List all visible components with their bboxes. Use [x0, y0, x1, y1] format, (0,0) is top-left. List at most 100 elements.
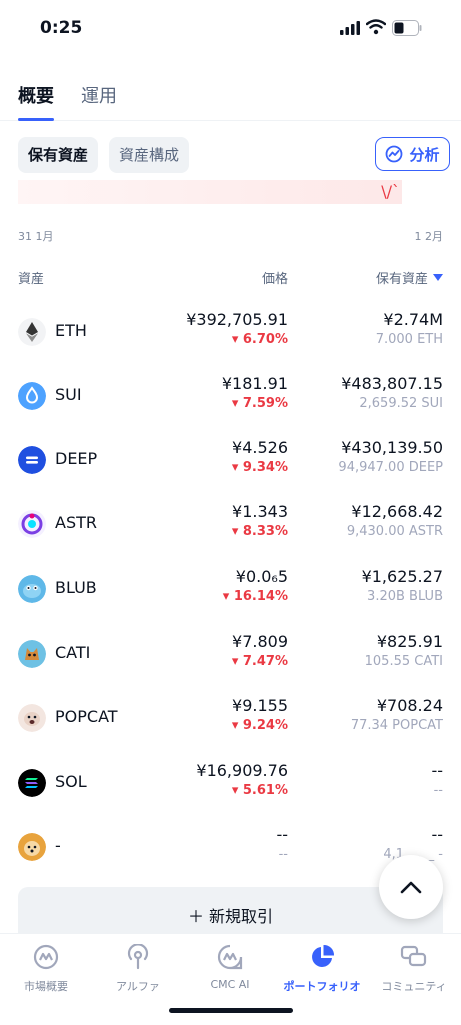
asset-price: ¥0.0₆5 — [235, 567, 288, 586]
sol-icon — [18, 769, 46, 797]
asset-holdings: ¥708.24 — [376, 696, 443, 715]
chevron-up-icon — [400, 881, 422, 894]
chart-date-start: 31 1月 — [18, 230, 54, 243]
asset-change-value: 16.14% — [233, 589, 288, 604]
column-holdings[interactable]: 保有資産 — [376, 268, 443, 287]
asset-price: ¥1.343 — [232, 502, 288, 521]
asset-quantity: 2,659.52 SUI — [359, 396, 443, 411]
asset-symbol: CATI — [55, 643, 91, 662]
scroll-top-button[interactable] — [379, 855, 443, 919]
asset-change: ▾ 5.61% — [231, 783, 288, 798]
asset-price: ¥16,909.76 — [196, 761, 288, 780]
asset-price: ¥9.155 — [232, 696, 288, 715]
asset-holdings: ¥430,139.50 — [341, 438, 443, 457]
asset-quantity: 77.34 POPCAT — [350, 718, 443, 733]
cellular-signal-icon — [340, 21, 360, 35]
asset-change: -- — [278, 847, 288, 862]
deep-icon — [18, 446, 46, 474]
shib-icon — [18, 833, 46, 861]
asset-quantity: 7.000 ETH — [375, 332, 443, 347]
asset-symbol: SUI — [55, 385, 82, 404]
table-row[interactable]: CATI ¥7.809 ▾ 7.47% ¥825.91 105.55 CATI — [0, 632, 461, 704]
asset-holdings: -- — [431, 825, 443, 844]
asset-symbol: BLUB — [55, 578, 97, 597]
sui-icon — [18, 382, 46, 410]
chat-bubbles-icon — [400, 945, 427, 967]
asset-holdings: ¥825.91 — [376, 632, 443, 651]
asset-symbol: SOL — [55, 772, 87, 791]
broadcast-icon — [127, 943, 149, 970]
table-row[interactable]: ASTR ¥1.343 ▾ 8.33% ¥12,668.42 9,430.00 … — [0, 502, 461, 574]
nav-portfolio-label: ポートフォリオ — [283, 980, 361, 993]
asset-holdings: ¥12,668.42 — [351, 502, 443, 521]
portfolio-tabs: 概要 運用 — [0, 76, 461, 121]
astr-icon — [18, 510, 46, 538]
asset-quantity: 9,430.00 ASTR — [346, 524, 443, 539]
nav-cmc-ai-label: CMC AI — [210, 978, 250, 991]
asset-price: ¥181.91 — [221, 374, 288, 393]
asset-price: ¥392,705.91 — [186, 310, 288, 329]
wifi-icon — [366, 19, 386, 35]
column-holdings-label: 保有資産 — [375, 272, 428, 287]
asset-change: ▾ 16.14% — [222, 589, 288, 604]
column-asset[interactable]: 資産 — [18, 268, 44, 287]
asset-price: ¥4.526 — [232, 438, 288, 457]
eth-icon — [18, 318, 46, 346]
asset-symbol: - — [55, 836, 61, 855]
table-row[interactable]: DEEP ¥4.526 ▾ 9.34% ¥430,139.50 94,947.0… — [0, 438, 461, 510]
status-time: 0:25 — [40, 18, 83, 38]
new-trade-label: ＋ 新規取引 — [187, 907, 274, 926]
portfolio-chart[interactable]: \/` — [18, 180, 402, 204]
nav-alpha-label: アルファ — [116, 980, 160, 993]
asset-symbol: ASTR — [55, 513, 97, 532]
asset-holdings: -- — [431, 761, 443, 780]
asset-holdings: ¥2.74M — [383, 310, 443, 329]
asset-change-value: 7.59% — [242, 396, 288, 411]
status-bar: 0:25 — [0, 0, 461, 56]
asset-change: ▾ 7.59% — [231, 396, 288, 411]
sort-desc-icon — [433, 274, 443, 281]
asset-price: -- — [276, 825, 288, 844]
nav-community[interactable]: コミュニティ — [368, 944, 460, 994]
popcat-icon — [18, 704, 46, 732]
home-indicator — [169, 1008, 293, 1013]
tab-overview[interactable]: 概要 — [18, 82, 54, 121]
table-row[interactable]: ETH ¥392,705.91 ▾ 6.70% ¥2.74M 7.000 ETH — [0, 310, 461, 382]
cati-icon — [18, 640, 46, 668]
asset-change-value: 9.24% — [242, 718, 288, 733]
table-row[interactable]: SOL ¥16,909.76 ▾ 5.61% -- -- — [0, 761, 461, 833]
tab-earn[interactable]: 運用 — [81, 82, 117, 108]
nav-markets-label: 市場概要 — [24, 980, 68, 993]
asset-change: ▾ 9.34% — [231, 460, 288, 475]
asset-price: ¥7.809 — [232, 632, 288, 651]
pie-chart-icon — [312, 944, 335, 967]
asset-change: ▾ 7.47% — [231, 654, 288, 669]
table-row[interactable]: SUI ¥181.91 ▾ 7.59% ¥483,807.15 2,659.52… — [0, 374, 461, 446]
table-row[interactable]: POPCAT ¥9.155 ▾ 9.24% ¥708.24 77.34 POPC… — [0, 696, 461, 768]
chart-date-end: 1 2月 — [414, 230, 444, 243]
asset-symbol: ETH — [55, 321, 87, 340]
nav-markets[interactable]: 市場概要 — [0, 944, 92, 994]
asset-change-value: 5.61% — [242, 783, 288, 798]
cmc-ai-icon — [217, 944, 243, 970]
asset-holdings: ¥1,625.27 — [361, 567, 443, 586]
analyze-label: 分析 — [409, 145, 440, 164]
battery-icon — [392, 20, 422, 36]
chip-allocation[interactable]: 資産構成 — [109, 137, 190, 173]
asset-quantity: 105.55 CATI — [364, 654, 443, 669]
chart-line-mark: \/` — [381, 182, 400, 201]
nav-cmc-ai[interactable]: CMC AI — [184, 944, 276, 991]
asset-change: ▾ 8.33% — [231, 524, 288, 539]
column-price[interactable]: 価格 — [262, 268, 288, 287]
table-row[interactable]: BLUB ¥0.0₆5 ▾ 16.14% ¥1,625.27 3.20B BLU… — [0, 567, 461, 639]
analysis-icon — [386, 145, 403, 163]
asset-symbol: POPCAT — [55, 707, 118, 726]
nav-portfolio[interactable]: ポートフォリオ — [276, 944, 368, 994]
asset-quantity: 3.20B BLUB — [367, 589, 443, 604]
asset-change-value: 6.70% — [242, 332, 288, 347]
chip-holdings[interactable]: 保有資産 — [18, 137, 99, 173]
blub-icon — [18, 575, 46, 603]
asset-quantity: 94,947.00 DEEP — [338, 460, 443, 475]
nav-alpha[interactable]: アルファ — [92, 943, 184, 994]
analyze-button[interactable]: 分析 — [375, 137, 450, 171]
